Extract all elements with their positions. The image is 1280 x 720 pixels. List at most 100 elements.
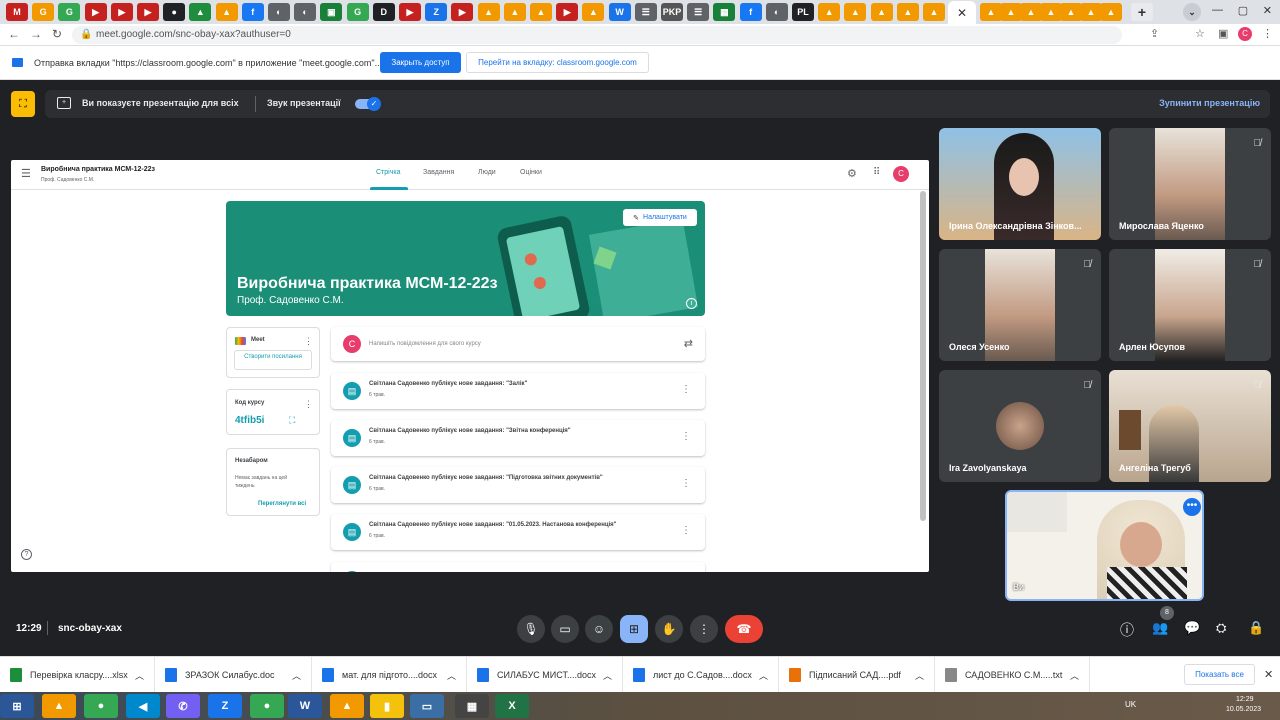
more-options-button[interactable]: ⋮	[690, 615, 718, 643]
browser-tab[interactable]: ▲	[896, 3, 919, 21]
taskbar-app[interactable]: ▦	[455, 694, 489, 718]
chat-icon[interactable]: 💬	[1184, 620, 1200, 636]
course-title[interactable]: Виробнича практика МСМ-12-22з	[41, 166, 155, 173]
post-more-icon[interactable]: ⋮	[681, 525, 691, 536]
host-controls-icon[interactable]: 🔒	[1248, 620, 1264, 636]
browser-tab[interactable]: ▶	[399, 3, 421, 21]
create-link-button[interactable]: Створити посилання	[234, 350, 312, 370]
tab-2[interactable]: Люди	[478, 169, 496, 176]
taskbar-app[interactable]: ▭	[410, 694, 444, 718]
browser-tab[interactable]: ▲	[582, 3, 605, 21]
chevron-up-icon[interactable]: ︿	[1070, 669, 1079, 682]
chevron-up-icon[interactable]: ︿	[915, 669, 924, 682]
browser-tab[interactable]: ▲	[189, 3, 212, 21]
browser-tab[interactable]: ▣	[320, 3, 343, 21]
clock-time[interactable]: 12:29	[1236, 696, 1254, 703]
close-downloads-icon[interactable]: ✕	[1264, 668, 1273, 681]
browser-tab[interactable]: M	[6, 3, 28, 21]
download-item[interactable]: мат. для підгото....docx ︿	[312, 657, 467, 693]
show-all-button[interactable]: Показать все	[1184, 664, 1255, 685]
goto-tab-button[interactable]: Перейти на вкладку: classroom.google.com	[466, 52, 649, 73]
compose-box[interactable]: C Напишіть повідомлення для свого курсу …	[331, 327, 705, 361]
browser-tab[interactable]: ◐	[765, 3, 788, 21]
download-item[interactable]: Перевірка класру....xlsx ︿	[0, 657, 155, 693]
self-more-icon[interactable]: •••	[1183, 498, 1201, 516]
participant-tile[interactable]: Мирослава Яценко 🎙̸	[1109, 128, 1271, 240]
browser-tab[interactable]: PL	[792, 3, 814, 21]
browser-tab[interactable]: ▲	[980, 3, 1002, 21]
stream-post-partial[interactable]: ▤	[331, 562, 705, 572]
stream-post[interactable]: ▤ Світлана Садовенко публікує нове завдан…	[331, 514, 705, 550]
close-tab-icon[interactable]: ✕	[957, 6, 967, 20]
reload-icon[interactable]: ↻	[52, 27, 62, 41]
apps-grid-icon[interactable]: ⠿	[873, 167, 880, 178]
download-item[interactable]: ЗРАЗОК Силабус.doc ︿	[155, 657, 312, 693]
post-more-icon[interactable]: ⋮	[681, 478, 691, 489]
window-controls[interactable]: — ▢ ✕	[1212, 4, 1272, 17]
chevron-up-icon[interactable]: ︿	[292, 669, 301, 682]
browser-tab[interactable]: f	[241, 3, 264, 21]
info-icon[interactable]: i	[686, 298, 697, 309]
meet-more-icon[interactable]: ⋮	[304, 336, 313, 347]
download-item[interactable]: СИЛАБУС МИСТ....docx ︿	[467, 657, 623, 693]
customize-button[interactable]: ✎ Налаштувати	[623, 209, 697, 226]
emoji-button[interactable]: ☺	[585, 615, 613, 643]
tab-0[interactable]: Стрічка	[376, 169, 400, 176]
share-icon[interactable]: ⇪	[1150, 27, 1159, 40]
help-icon[interactable]: ?	[21, 549, 32, 560]
participant-tile[interactable]: Олеся Усенко 🎙̸	[939, 249, 1101, 361]
browser-tab[interactable]: ▲	[870, 3, 893, 21]
camera-button[interactable]: ▭	[551, 615, 579, 643]
download-item[interactable]: лист до С.Садов....docx ︿	[623, 657, 779, 693]
browser-tab[interactable]: ●	[163, 3, 186, 21]
bookmark-star-icon[interactable]: ☆	[1195, 27, 1205, 40]
menu-hamburger-icon[interactable]: ☰	[21, 167, 31, 180]
participant-tile[interactable]: Ангеліна Трегуб 🎙̸	[1109, 370, 1271, 482]
taskbar-app[interactable]: ●	[250, 694, 284, 718]
taskbar-app[interactable]: Z	[208, 694, 242, 718]
tab-search-icon[interactable]: ⌄	[1183, 3, 1201, 21]
menu-icon[interactable]: ⋮	[1262, 27, 1273, 40]
browser-tab[interactable]: ▲	[530, 3, 552, 21]
activities-icon[interactable]: ⛭	[1216, 620, 1226, 636]
browser-tab[interactable]: G	[346, 3, 369, 21]
chevron-up-icon[interactable]: ︿	[135, 669, 144, 682]
language-indicator[interactable]: UK	[1125, 700, 1136, 709]
tab-3[interactable]: Оцінки	[520, 169, 542, 176]
participant-tile[interactable]: Арлен Юсупов 🎙̸	[1109, 249, 1271, 361]
browser-tab[interactable]: ▲	[818, 3, 841, 21]
browser-tab[interactable]: ▲	[1020, 3, 1042, 21]
browser-tab[interactable]: ▲	[1080, 3, 1102, 21]
browser-tab[interactable]: ▲	[1000, 3, 1022, 21]
back-icon[interactable]: ←	[8, 27, 20, 41]
raise-hand-button[interactable]: ✋	[655, 615, 683, 643]
tab-1[interactable]: Завдання	[423, 169, 454, 176]
sidebar-icon[interactable]: ▣	[1218, 27, 1228, 40]
window-close-icon[interactable]: ✕	[1263, 4, 1272, 17]
browser-tab[interactable]: ◐	[268, 3, 290, 21]
browser-tab[interactable]: ▦	[713, 3, 736, 21]
browser-tab[interactable]: ▲	[923, 3, 945, 21]
info-icon[interactable]: ⓘ	[1120, 620, 1134, 640]
clock-date[interactable]: 10.05.2023	[1226, 706, 1261, 713]
stop-sharing-button[interactable]: Закрыть доступ	[380, 52, 461, 73]
browser-tab[interactable]: ▶	[137, 3, 159, 21]
browser-tab[interactable]: ▶	[84, 3, 107, 21]
browser-tab[interactable]: ▲	[844, 3, 867, 21]
taskbar-app[interactable]: ▲	[330, 694, 364, 718]
browser-tab[interactable]: ▲	[1060, 3, 1082, 21]
settings-gear-icon[interactable]: ⚙	[847, 167, 857, 180]
profile-avatar[interactable]: C	[1238, 27, 1252, 41]
browser-tab[interactable]: D	[372, 3, 395, 21]
taskbar-app[interactable]: ●	[84, 694, 118, 718]
browser-tab[interactable]: ▲	[477, 3, 500, 21]
self-video-tile[interactable]: Ви •••	[1005, 490, 1204, 601]
browser-tab[interactable]: PKP	[661, 3, 683, 21]
chevron-up-icon[interactable]: ︿	[447, 669, 456, 682]
chevron-up-icon[interactable]: ︿	[759, 669, 768, 682]
browser-tab[interactable]: ▶	[110, 3, 133, 21]
taskbar-app[interactable]: ✆	[166, 694, 200, 718]
browser-tab[interactable]: ☰	[687, 3, 710, 21]
taskbar-app[interactable]: ⊞	[0, 694, 34, 718]
stream-post[interactable]: ▤ Світлана Садовенко публікує нове завдан…	[331, 467, 705, 503]
